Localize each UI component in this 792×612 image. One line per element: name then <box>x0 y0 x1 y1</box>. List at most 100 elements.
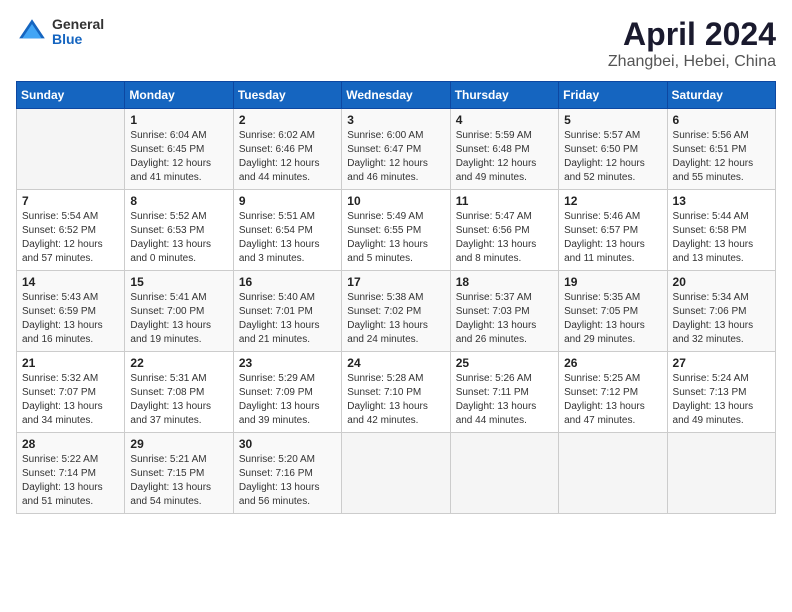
day-info: Sunrise: 5:32 AMSunset: 7:07 PMDaylight:… <box>22 372 119 428</box>
logo-icon <box>16 16 48 48</box>
title-block: April 2024 Zhangbei, Hebei, China <box>608 16 776 71</box>
day-number: 30 <box>239 437 336 451</box>
calendar-cell: 5 Sunrise: 5:57 AMSunset: 6:50 PMDaylight… <box>559 109 667 190</box>
calendar-cell: 17Sunrise: 5:38 AMSunset: 7:02 PMDayligh… <box>342 271 450 352</box>
calendar-table: SundayMondayTuesdayWednesdayThursdayFrid… <box>16 81 776 514</box>
day-info: Sunrise: 5:43 AMSunset: 6:59 PMDaylight:… <box>22 291 119 347</box>
calendar-week-row: 7 Sunrise: 5:54 AMSunset: 6:52 PMDaylight… <box>17 190 776 271</box>
day-number: 24 <box>347 356 444 370</box>
day-info: Sunrise: 5:47 AMSunset: 6:56 PMDaylight:… <box>456 210 553 266</box>
calendar-cell: 21 Sunrise: 5:32 AMSunset: 7:07 PMDayligh… <box>17 352 125 433</box>
day-info: Sunrise: 5:29 AMSunset: 7:09 PMDaylight:… <box>239 372 336 428</box>
calendar-cell: 18Sunrise: 5:37 AMSunset: 7:03 PMDayligh… <box>450 271 558 352</box>
day-number: 17 <box>347 275 444 289</box>
day-number: 10 <box>347 194 444 208</box>
calendar-week-row: 1 Sunrise: 6:04 AMSunset: 6:45 PMDaylight… <box>17 109 776 190</box>
calendar-cell: 13Sunrise: 5:44 AMSunset: 6:58 PMDayligh… <box>667 190 775 271</box>
calendar-cell <box>342 433 450 514</box>
day-info: Sunrise: 6:02 AMSunset: 6:46 PMDaylight:… <box>239 129 336 185</box>
calendar-cell: 6Sunrise: 5:56 AMSunset: 6:51 PMDaylight… <box>667 109 775 190</box>
day-info: Sunrise: 5:20 AMSunset: 7:16 PMDaylight:… <box>239 453 336 509</box>
calendar-cell: 28Sunrise: 5:22 AMSunset: 7:14 PMDayligh… <box>17 433 125 514</box>
day-info: Sunrise: 5:35 AMSunset: 7:05 PMDaylight:… <box>564 291 661 347</box>
weekday-header: Monday <box>125 82 233 109</box>
day-number: 8 <box>130 194 227 208</box>
weekday-header: Friday <box>559 82 667 109</box>
calendar-cell <box>450 433 558 514</box>
calendar-cell: 7 Sunrise: 5:54 AMSunset: 6:52 PMDaylight… <box>17 190 125 271</box>
day-number: 2 <box>239 113 336 127</box>
day-number: 14 <box>22 275 119 289</box>
logo-blue-text: Blue <box>52 32 104 47</box>
calendar-subtitle: Zhangbei, Hebei, China <box>608 53 776 71</box>
day-number: 6 <box>673 113 770 127</box>
day-info: Sunrise: 5:34 AMSunset: 7:06 PMDaylight:… <box>673 291 770 347</box>
calendar-cell: 2 Sunrise: 6:02 AMSunset: 6:46 PMDaylight… <box>233 109 341 190</box>
day-number: 12 <box>564 194 661 208</box>
day-info: Sunrise: 6:04 AMSunset: 6:45 PMDaylight:… <box>130 129 227 185</box>
calendar-week-row: 28Sunrise: 5:22 AMSunset: 7:14 PMDayligh… <box>17 433 776 514</box>
calendar-cell <box>667 433 775 514</box>
calendar-title: April 2024 <box>608 16 776 53</box>
day-number: 23 <box>239 356 336 370</box>
day-number: 4 <box>456 113 553 127</box>
calendar-week-row: 14 Sunrise: 5:43 AMSunset: 6:59 PMDayligh… <box>17 271 776 352</box>
calendar-cell: 23 Sunrise: 5:29 AMSunset: 7:09 PMDayligh… <box>233 352 341 433</box>
day-info: Sunrise: 5:57 AMSunset: 6:50 PMDaylight:… <box>564 129 661 185</box>
day-number: 19 <box>564 275 661 289</box>
day-number: 28 <box>22 437 119 451</box>
day-info: Sunrise: 6:00 AMSunset: 6:47 PMDaylight:… <box>347 129 444 185</box>
day-number: 25 <box>456 356 553 370</box>
day-info: Sunrise: 5:51 AMSunset: 6:54 PMDaylight:… <box>239 210 336 266</box>
weekday-row: SundayMondayTuesdayWednesdayThursdayFrid… <box>17 82 776 109</box>
day-number: 21 <box>22 356 119 370</box>
calendar-cell: 25 Sunrise: 5:26 AMSunset: 7:11 PMDayligh… <box>450 352 558 433</box>
calendar-cell: 10 Sunrise: 5:49 AMSunset: 6:55 PMDayligh… <box>342 190 450 271</box>
day-info: Sunrise: 5:28 AMSunset: 7:10 PMDaylight:… <box>347 372 444 428</box>
day-info: Sunrise: 5:52 AMSunset: 6:53 PMDaylight:… <box>130 210 227 266</box>
day-info: Sunrise: 5:25 AMSunset: 7:12 PMDaylight:… <box>564 372 661 428</box>
calendar-cell: 27Sunrise: 5:24 AMSunset: 7:13 PMDayligh… <box>667 352 775 433</box>
calendar-cell: 16Sunrise: 5:40 AMSunset: 7:01 PMDayligh… <box>233 271 341 352</box>
weekday-header: Tuesday <box>233 82 341 109</box>
calendar-cell: 24 Sunrise: 5:28 AMSunset: 7:10 PMDayligh… <box>342 352 450 433</box>
logo: General Blue <box>16 16 104 48</box>
day-info: Sunrise: 5:46 AMSunset: 6:57 PMDaylight:… <box>564 210 661 266</box>
day-info: Sunrise: 5:44 AMSunset: 6:58 PMDaylight:… <box>673 210 770 266</box>
day-number: 11 <box>456 194 553 208</box>
page-header: General Blue April 2024 Zhangbei, Hebei,… <box>16 16 776 71</box>
calendar-header: SundayMondayTuesdayWednesdayThursdayFrid… <box>17 82 776 109</box>
day-number: 7 <box>22 194 119 208</box>
calendar-cell: 1 Sunrise: 6:04 AMSunset: 6:45 PMDaylight… <box>125 109 233 190</box>
calendar-cell <box>559 433 667 514</box>
day-number: 22 <box>130 356 227 370</box>
calendar-cell: 8 Sunrise: 5:52 AMSunset: 6:53 PMDaylight… <box>125 190 233 271</box>
calendar-cell: 12 Sunrise: 5:46 AMSunset: 6:57 PMDayligh… <box>559 190 667 271</box>
calendar-cell: 9 Sunrise: 5:51 AMSunset: 6:54 PMDaylight… <box>233 190 341 271</box>
weekday-header: Wednesday <box>342 82 450 109</box>
day-info: Sunrise: 5:49 AMSunset: 6:55 PMDaylight:… <box>347 210 444 266</box>
day-info: Sunrise: 5:54 AMSunset: 6:52 PMDaylight:… <box>22 210 119 266</box>
day-info: Sunrise: 5:26 AMSunset: 7:11 PMDaylight:… <box>456 372 553 428</box>
calendar-cell: 30 Sunrise: 5:20 AMSunset: 7:16 PMDayligh… <box>233 433 341 514</box>
weekday-header: Thursday <box>450 82 558 109</box>
day-number: 15 <box>130 275 227 289</box>
calendar-week-row: 21 Sunrise: 5:32 AMSunset: 7:07 PMDayligh… <box>17 352 776 433</box>
day-number: 1 <box>130 113 227 127</box>
calendar-cell: 4Sunrise: 5:59 AMSunset: 6:48 PMDaylight… <box>450 109 558 190</box>
calendar-cell: 11 Sunrise: 5:47 AMSunset: 6:56 PMDayligh… <box>450 190 558 271</box>
weekday-header: Sunday <box>17 82 125 109</box>
day-info: Sunrise: 5:41 AMSunset: 7:00 PMDaylight:… <box>130 291 227 347</box>
day-number: 26 <box>564 356 661 370</box>
day-number: 9 <box>239 194 336 208</box>
day-info: Sunrise: 5:21 AMSunset: 7:15 PMDaylight:… <box>130 453 227 509</box>
calendar-cell: 19 Sunrise: 5:35 AMSunset: 7:05 PMDayligh… <box>559 271 667 352</box>
calendar-cell: 22 Sunrise: 5:31 AMSunset: 7:08 PMDayligh… <box>125 352 233 433</box>
calendar-cell: 29Sunrise: 5:21 AMSunset: 7:15 PMDayligh… <box>125 433 233 514</box>
calendar-cell: 14 Sunrise: 5:43 AMSunset: 6:59 PMDayligh… <box>17 271 125 352</box>
day-number: 3 <box>347 113 444 127</box>
day-info: Sunrise: 5:31 AMSunset: 7:08 PMDaylight:… <box>130 372 227 428</box>
day-number: 5 <box>564 113 661 127</box>
logo-general-text: General <box>52 17 104 32</box>
calendar-cell <box>17 109 125 190</box>
